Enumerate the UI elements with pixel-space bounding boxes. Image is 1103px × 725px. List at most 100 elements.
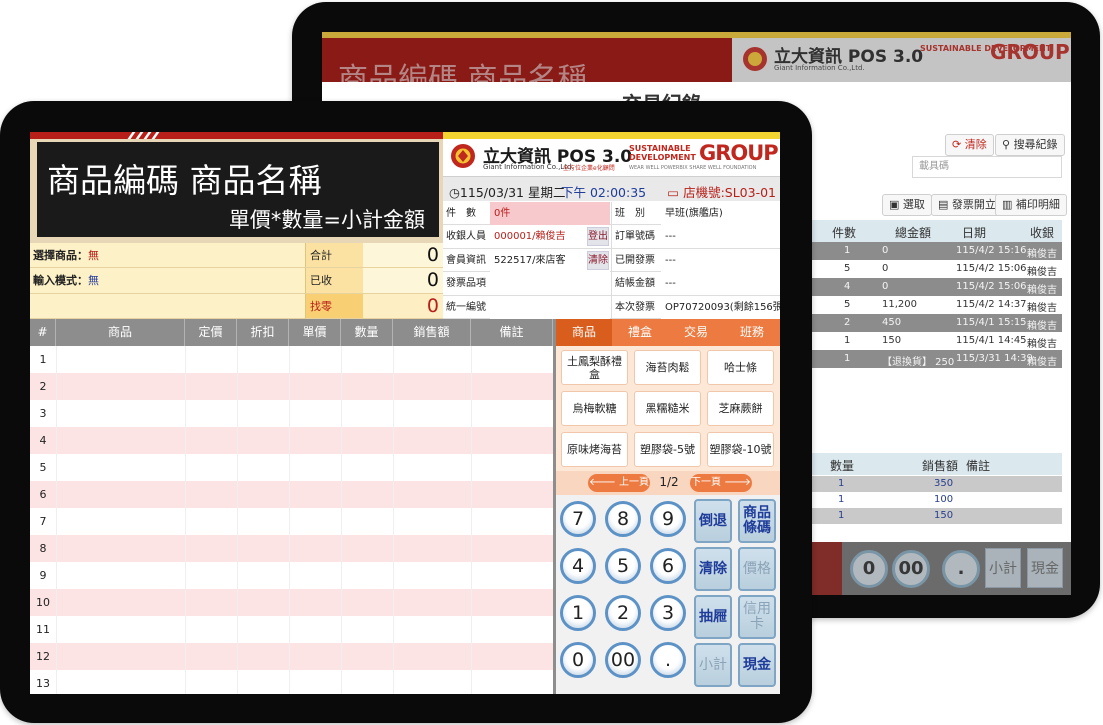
store-machine-id: ▭ 店機號:SL03-01	[667, 182, 776, 201]
product-button[interactable]: 烏梅軟糖	[561, 391, 628, 426]
key-00[interactable]: 00	[605, 642, 641, 678]
tab-1[interactable]: 禮盒	[612, 319, 668, 346]
cell-divider	[289, 427, 290, 454]
reprint-details-button[interactable]: ▥ 補印明細	[995, 194, 1067, 216]
date-bar: ◷115/03/31 星期二 下午 02:00:35 ▭ 店機號:SL03-01	[443, 176, 780, 201]
column-header[interactable]: 定價	[185, 319, 237, 346]
detail-amount: 150	[934, 510, 954, 521]
prev-page-button[interactable]: 🡐 上一頁	[588, 474, 650, 492]
key-9[interactable]: 9	[650, 501, 686, 537]
column-header[interactable]: 單價	[289, 319, 341, 346]
clear-button[interactable]: ⟳ 清除	[945, 134, 994, 156]
table-row[interactable]: 2	[30, 373, 553, 400]
side-key-6[interactable]: 小計	[694, 643, 732, 687]
table-row[interactable]: 12	[30, 643, 553, 670]
received-amount: 0	[363, 268, 443, 294]
side-key-4[interactable]: 抽屜	[694, 595, 732, 639]
product-button[interactable]: 土鳳梨酥禮盒	[561, 350, 628, 385]
table-row[interactable]: 1	[30, 346, 553, 373]
cell-divider	[237, 400, 238, 427]
key-4[interactable]: 4	[560, 548, 596, 584]
product-button[interactable]: 原味烤海苔	[561, 432, 628, 467]
product-button[interactable]: 芝麻蕨餅	[707, 391, 774, 426]
side-key-3[interactable]: 價格	[738, 547, 776, 591]
logout-button[interactable]: 登出	[587, 227, 609, 247]
key-0[interactable]: 0	[850, 550, 888, 588]
key-1[interactable]: 1	[560, 595, 596, 631]
select-button[interactable]: ▣ 選取	[882, 194, 932, 216]
key-7[interactable]: 7	[560, 501, 596, 537]
cell-divider	[185, 373, 186, 400]
tab-0[interactable]: 商品	[556, 319, 612, 346]
table-row[interactable]: 13	[30, 670, 553, 694]
side-key-5[interactable]: 信用卡	[738, 595, 776, 639]
info-label: 統一編號	[446, 301, 486, 313]
column-header[interactable]: 備註	[471, 319, 553, 346]
carrier-code-input[interactable]: 載具碼	[912, 156, 1062, 178]
numeric-keypad: 7 8 9 4 5 6 1 2 3 0 00. 倒退 商品條碼 清除 價格 抽屜 信用卡 小計 現金	[556, 495, 780, 694]
header-total: 總金額	[895, 226, 932, 240]
cell-divider	[393, 400, 394, 427]
summary-field-label: 合計	[305, 243, 363, 269]
header-qty: 數量	[830, 459, 855, 473]
clear-member-button[interactable]: 清除	[587, 250, 609, 270]
table-row[interactable]: 10	[30, 589, 553, 616]
side-key-1[interactable]: 商品條碼	[738, 499, 776, 543]
search-records-button[interactable]: ⚲ 搜尋紀錄	[995, 134, 1065, 156]
logo-group: GROUP	[699, 141, 779, 165]
key-8[interactable]: 8	[605, 501, 641, 537]
cell-divider	[56, 400, 57, 427]
key-0[interactable]: 0	[560, 642, 596, 678]
side-key-0[interactable]: 倒退	[694, 499, 732, 543]
product-button[interactable]: 哈士條	[707, 350, 774, 385]
key-5[interactable]: 5	[605, 548, 641, 584]
column-header[interactable]: 折扣	[237, 319, 289, 346]
side-key-7[interactable]: 現金	[738, 643, 776, 687]
product-button[interactable]: 海苔肉鬆	[634, 350, 701, 385]
next-page-button[interactable]: 下一頁 🡒	[690, 474, 752, 492]
table-row[interactable]: 6	[30, 481, 553, 508]
cell-divider	[237, 535, 238, 562]
cash-key[interactable]: 現金	[1027, 548, 1063, 588]
info-value	[490, 295, 610, 319]
tab-3[interactable]: 班務	[724, 319, 780, 346]
tab-2[interactable]: 交易	[668, 319, 724, 346]
cell-divider	[289, 481, 290, 508]
key-.[interactable]: .	[650, 642, 686, 678]
subtotal-key[interactable]: 小計	[985, 548, 1021, 588]
record-date: 115/3/31 14:39	[956, 353, 1033, 364]
row-number: 11	[36, 623, 50, 636]
column-header[interactable]: 商品	[56, 319, 185, 346]
issue-invoice-label: 發票開立	[951, 198, 996, 211]
summary-left	[30, 293, 305, 319]
summary-field-label: 找零	[305, 293, 363, 319]
row-number: 10	[36, 596, 50, 609]
cell-divider	[393, 643, 394, 670]
key-00[interactable]: 00	[892, 550, 930, 588]
product-button[interactable]: 塑膠袋-5號	[634, 432, 701, 467]
column-header[interactable]: 數量	[341, 319, 393, 346]
key-dot[interactable]: .	[942, 550, 980, 588]
record-count: 1	[844, 245, 851, 256]
column-header[interactable]: 銷售額	[393, 319, 471, 346]
table-row[interactable]: 8	[30, 535, 553, 562]
table-row[interactable]: 11	[30, 616, 553, 643]
table-row[interactable]: 4	[30, 427, 553, 454]
key-3[interactable]: 3	[650, 595, 686, 631]
cell-divider	[393, 589, 394, 616]
issue-invoice-button[interactable]: ▤ 發票開立	[931, 194, 1003, 216]
logo-group: GROUP	[990, 40, 1070, 64]
table-row[interactable]: 3	[30, 400, 553, 427]
cell-divider	[237, 427, 238, 454]
key-6[interactable]: 6	[650, 548, 686, 584]
side-key-2[interactable]: 清除	[694, 547, 732, 591]
table-row[interactable]: 5	[30, 454, 553, 481]
item-grid: 1 2 3 4 5 6 7 8 9 10 11 12 13	[30, 346, 553, 694]
table-row[interactable]: 7	[30, 508, 553, 535]
table-row[interactable]: 9	[30, 562, 553, 589]
key-2[interactable]: 2	[605, 595, 641, 631]
product-button[interactable]: 塑膠袋-10號	[707, 432, 774, 467]
cell-divider	[185, 643, 186, 670]
product-button[interactable]: 黑糯糙米	[634, 391, 701, 426]
column-header[interactable]: #	[30, 319, 56, 346]
